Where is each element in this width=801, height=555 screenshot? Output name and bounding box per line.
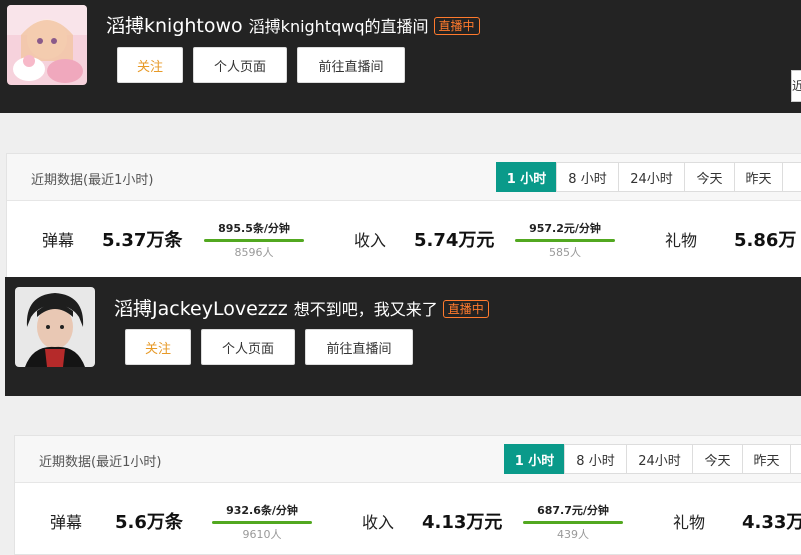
live-status-badge: 直播中	[433, 17, 480, 35]
streamer-name[interactable]: 滔搏JackeyLovezzz	[114, 298, 288, 320]
income-rate-block: 687.7元/分钟 439人	[521, 502, 625, 542]
recent-data-panel: 近期数据(最近1小时) 1 小时 8 小时 24小时 今天 昨天 弹幕 5.6万…	[14, 435, 801, 555]
income-value: 4.13万元	[422, 512, 503, 533]
time-range-tabs: 1 小时 8 小时 24小时 今天 昨天	[504, 444, 801, 474]
gift-value: 4.33万	[742, 512, 801, 533]
gift-value: 5.86万	[734, 230, 797, 251]
danmu-rate-bar	[204, 239, 304, 242]
panel-title: 近期数据(最近1小时)	[31, 173, 154, 188]
profile-button[interactable]: 个人页面	[193, 47, 287, 83]
income-rate: 687.7元/分钟	[537, 504, 609, 517]
tab-1-hour[interactable]: 1 小时	[504, 444, 565, 474]
go-live-room-button[interactable]: 前往直播间	[305, 329, 413, 365]
tab-more[interactable]	[790, 444, 801, 474]
tab-more[interactable]	[782, 162, 801, 192]
income-rate-bar	[515, 239, 615, 242]
tab-yesterday[interactable]: 昨天	[734, 162, 783, 192]
panel-header: 近期数据(最近1小时) 1 小时 8 小时 24小时 今天 昨天	[7, 154, 801, 201]
gift-label: 礼物	[665, 231, 698, 250]
income-rate: 957.2元/分钟	[529, 222, 601, 235]
tab-today[interactable]: 今天	[692, 444, 743, 474]
room-title: 滔搏knightqwq的直播间	[248, 17, 429, 36]
time-range-tabs: 1 小时 8 小时 24小时 今天 昨天	[496, 162, 801, 192]
streamer-name-line: 滔搏knightowo 滔搏knightqwq的直播间 直播中	[106, 11, 480, 38]
income-value: 5.74万元	[414, 230, 495, 251]
danmu-label: 弹幕	[42, 231, 75, 250]
danmu-rate-bar	[212, 521, 312, 524]
income-people: 439人	[557, 528, 589, 541]
income-rate-block: 957.2元/分钟 585人	[513, 220, 617, 260]
danmu-rate-block: 932.6条/分钟 9610人	[210, 502, 314, 542]
portrait-avatar-image	[15, 287, 95, 367]
tab-1-hour[interactable]: 1 小时	[496, 162, 557, 192]
follow-button[interactable]: 关注	[125, 329, 191, 365]
streamer-header: 滔搏JackeyLovezzz 想不到吧，我又来了 直播中 关注 个人页面 前往直播…	[5, 277, 801, 396]
danmu-people: 9610人	[242, 528, 282, 541]
danmu-rate: 932.6条/分钟	[226, 504, 298, 517]
danmu-value: 5.37万条	[102, 230, 183, 251]
tab-24-hours[interactable]: 24小时	[618, 162, 685, 192]
streamer-name[interactable]: 滔搏knightowo	[106, 15, 243, 37]
streamer-avatar[interactable]	[15, 287, 95, 367]
tab-8-hours[interactable]: 8 小时	[564, 444, 627, 474]
streamer-header: 滔搏knightowo 滔搏knightqwq的直播间 直播中 关注 个人页面 前往…	[0, 0, 801, 113]
danmu-value: 5.6万条	[115, 512, 183, 533]
streamer-name-line: 滔搏JackeyLovezzz 想不到吧，我又来了 直播中	[114, 294, 489, 321]
tab-24-hours[interactable]: 24小时	[626, 444, 693, 474]
go-live-room-button[interactable]: 前往直播间	[297, 47, 405, 83]
side-panel-stub: 近	[791, 70, 801, 102]
income-people: 585人	[549, 246, 581, 259]
anime-avatar-image	[7, 5, 87, 85]
room-title: 想不到吧，我又来了	[293, 300, 438, 319]
danmu-label: 弹幕	[50, 513, 83, 532]
recent-data-panel: 近期数据(最近1小时) 1 小时 8 小时 24小时 今天 昨天 弹幕 5.37…	[6, 153, 801, 278]
streamer-avatar[interactable]	[7, 5, 87, 85]
tab-today[interactable]: 今天	[684, 162, 735, 192]
live-status-badge: 直播中	[442, 300, 489, 318]
tab-yesterday[interactable]: 昨天	[742, 444, 791, 474]
income-label: 收入	[354, 231, 387, 250]
income-rate-bar	[523, 521, 623, 524]
panel-header: 近期数据(最近1小时) 1 小时 8 小时 24小时 今天 昨天	[15, 436, 801, 483]
panel-title: 近期数据(最近1小时)	[39, 455, 162, 470]
danmu-rate: 895.5条/分钟	[218, 222, 290, 235]
income-label: 收入	[362, 513, 395, 532]
profile-button[interactable]: 个人页面	[201, 329, 295, 365]
danmu-people: 8596人	[234, 246, 274, 259]
tab-8-hours[interactable]: 8 小时	[556, 162, 619, 192]
gift-label: 礼物	[673, 513, 706, 532]
follow-button[interactable]: 关注	[117, 47, 183, 83]
danmu-rate-block: 895.5条/分钟 8596人	[202, 220, 306, 260]
